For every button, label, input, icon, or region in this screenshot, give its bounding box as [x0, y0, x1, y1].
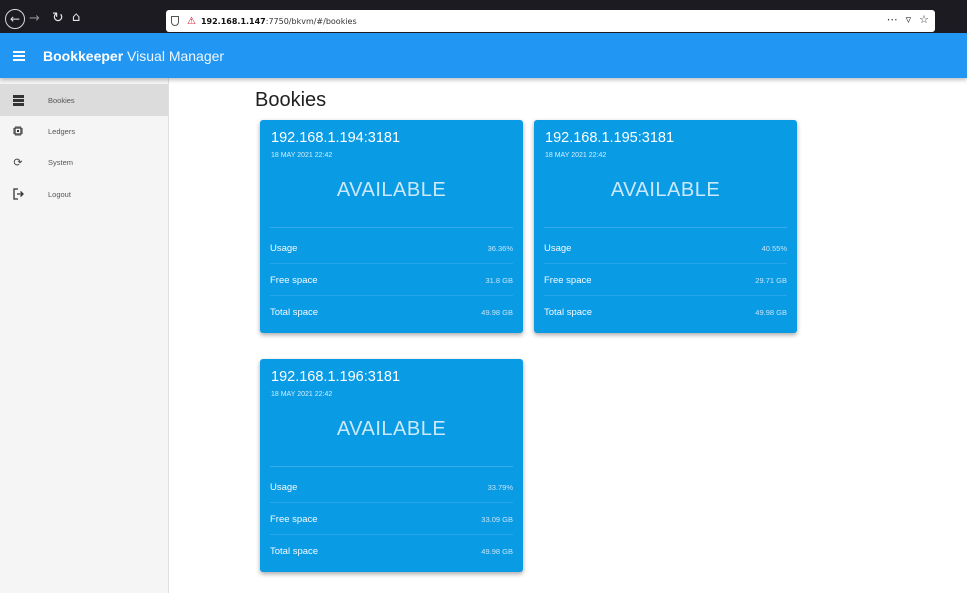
row-value: 49.98 GB: [481, 307, 513, 317]
home-icon[interactable]: ⌂: [72, 10, 80, 25]
bookie-status: AVAILABLE: [336, 418, 447, 440]
row-value: 40.55%: [761, 243, 787, 253]
free-space-row: Free space 31.8 GB: [270, 270, 513, 296]
page-title: Bookies: [255, 89, 327, 111]
usage-row: Usage 40.55%: [544, 238, 787, 264]
usage-row: Usage 36.36%: [270, 238, 513, 264]
sidebar-item-logout[interactable]: Logout: [0, 178, 168, 210]
row-label: Usage: [544, 242, 572, 254]
bookie-host: 192.168.1.195:3181: [545, 130, 675, 146]
sidebar-item-label: Bookies: [48, 95, 75, 105]
pocket-icon[interactable]: ▿: [906, 13, 912, 26]
url-path: :7750/bkvm/#/bookies: [265, 16, 357, 26]
address-bar[interactable]: ⚠ 192.168.1.147:7750/bkvm/#/bookies ⋯ ▿ …: [166, 10, 935, 32]
row-value: 36.36%: [487, 243, 513, 253]
app-title-bold: Bookkeeper: [43, 48, 124, 64]
free-space-row: Free space 33.09 GB: [270, 509, 513, 535]
page-actions-icon[interactable]: ⋯: [887, 13, 898, 26]
logout-icon: [12, 188, 24, 200]
sidebar-item-system[interactable]: ⟳ System: [0, 146, 168, 178]
row-value: 29.71 GB: [755, 275, 787, 285]
url-text[interactable]: 192.168.1.147:7750/bkvm/#/bookies: [201, 17, 357, 26]
sync-icon: ⟳: [13, 155, 23, 169]
sidebar-item-bookies[interactable]: Bookies: [0, 84, 168, 116]
row-label: Free space: [270, 513, 318, 525]
browser-toolbar: ← → ↻ ⌂ ⚠ 192.168.1.147:7750/bkvm/#/book…: [0, 0, 967, 33]
bookie-date: 18 MAY 2021 22:42: [271, 152, 333, 159]
bookie-host: 192.168.1.196:3181: [271, 369, 401, 385]
row-label: Total space: [544, 306, 593, 318]
sidebar: Bookies Ledgers ⟳ System Logout: [0, 78, 169, 593]
app-bar: Bookkeeper Visual Manager: [0, 33, 967, 78]
chip-icon: [12, 125, 24, 137]
card-divider: [270, 466, 513, 467]
insecure-lock-icon[interactable]: ⚠: [187, 16, 196, 27]
back-arrow-icon[interactable]: ←: [5, 9, 25, 29]
row-value: 31.8 GB: [485, 275, 513, 285]
shield-icon[interactable]: [171, 16, 179, 26]
row-label: Total space: [270, 545, 319, 557]
bookie-status: AVAILABLE: [610, 179, 721, 201]
app-title-rest: Visual Manager: [123, 48, 225, 64]
card-divider: [544, 227, 787, 228]
bookie-card[interactable]: 192.168.1.196:3181 18 MAY 2021 22:42 AVA…: [260, 359, 523, 572]
hamburger-menu-icon[interactable]: [13, 51, 25, 61]
row-label: Usage: [270, 242, 298, 254]
bookie-card[interactable]: 192.168.1.195:3181 18 MAY 2021 22:42 AVA…: [534, 120, 797, 333]
bookie-host: 192.168.1.194:3181: [271, 130, 401, 146]
sidebar-item-label: Logout: [48, 189, 71, 199]
sidebar-item-ledgers[interactable]: Ledgers: [0, 115, 168, 147]
url-host: 192.168.1.147: [200, 16, 266, 26]
bookie-date: 18 MAY 2021 22:42: [545, 152, 607, 159]
row-label: Free space: [544, 274, 592, 286]
free-space-row: Free space 29.71 GB: [544, 270, 787, 296]
row-label: Total space: [270, 306, 319, 318]
total-space-row: Total space 49.98 GB: [270, 541, 513, 561]
usage-row: Usage 33.79%: [270, 477, 513, 503]
app-title: Bookkeeper Visual Manager: [43, 48, 224, 64]
row-value: 49.98 GB: [481, 546, 513, 556]
row-value: 33.09 GB: [481, 514, 513, 524]
server-icon: [12, 94, 24, 106]
reload-icon[interactable]: ↻: [52, 10, 64, 26]
row-value: 49.98 GB: [755, 307, 787, 317]
sidebar-item-label: System: [48, 157, 74, 167]
row-value: 33.79%: [487, 482, 513, 492]
bookie-status: AVAILABLE: [336, 179, 447, 201]
row-label: Free space: [270, 274, 318, 286]
row-label: Usage: [270, 481, 298, 493]
forward-arrow-icon[interactable]: →: [29, 11, 40, 26]
bookie-card[interactable]: 192.168.1.194:3181 18 MAY 2021 22:42 AVA…: [260, 120, 523, 333]
total-space-row: Total space 49.98 GB: [544, 302, 787, 322]
bookmark-star-icon[interactable]: ☆: [919, 13, 929, 26]
total-space-row: Total space 49.98 GB: [270, 302, 513, 322]
sidebar-item-label: Ledgers: [48, 126, 76, 136]
bookie-date: 18 MAY 2021 22:42: [271, 391, 333, 398]
card-divider: [270, 227, 513, 228]
